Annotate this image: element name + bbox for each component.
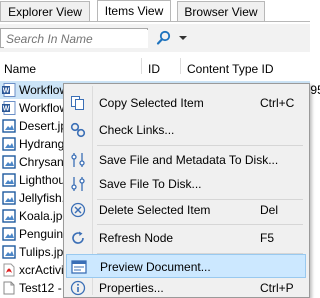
row-name: Jellyfish.j (19, 191, 68, 205)
generic-file-icon (3, 281, 15, 295)
menu-item-label: Save File and Metadata To Disk... (99, 153, 279, 167)
row-name: Koala.jpg (19, 209, 70, 223)
menu-separator (97, 224, 303, 225)
check-links-icon (70, 122, 86, 138)
pdf-file-icon (3, 263, 15, 277)
view-tabs: Explorer View Items View Browser View (0, 0, 310, 22)
menu-item-shortcut: F5 (260, 231, 275, 245)
menu-item-label: Copy Selected Item (99, 96, 204, 110)
menu-separator (97, 145, 303, 146)
menu-item-label: Delete Selected Item (99, 203, 211, 217)
image-file-icon (2, 191, 16, 205)
svg-text:W: W (3, 88, 10, 95)
word-doc-icon: W (2, 101, 16, 115)
menu-item-shortcut: Del (260, 203, 279, 217)
refresh-icon (72, 231, 84, 244)
menu-item-label: Check Links... (99, 123, 175, 137)
svg-text:W: W (3, 106, 10, 113)
menu-item-shortcut: Ctrl+P (260, 281, 294, 295)
magnifier-icon[interactable] (156, 30, 172, 46)
column-divider[interactable] (180, 58, 181, 74)
menu-item-label: Properties... (99, 281, 164, 295)
word-doc-icon: W (2, 83, 16, 97)
context-menu: Copy Selected Item Ctrl+C Check Links...… (63, 83, 310, 298)
image-file-icon (2, 155, 16, 169)
delete-icon (70, 202, 86, 218)
menu-item-properties[interactable]: Properties... Ctrl+P (66, 278, 306, 298)
column-header-name[interactable]: Name (4, 62, 36, 76)
search-box (0, 28, 148, 48)
menu-item-delete-selected-item[interactable]: Delete Selected Item Del (66, 198, 306, 222)
menu-item-label: Save File To Disk... (99, 177, 202, 191)
menu-item-refresh-node[interactable]: Refresh Node F5 (66, 226, 306, 250)
menu-item-preview-document[interactable]: Preview Document... (66, 254, 306, 278)
copy-icon (71, 96, 84, 110)
row-name: Workflow (19, 101, 69, 115)
image-file-icon (2, 227, 16, 241)
row-name: Penguins (19, 227, 70, 241)
menu-item-save-file-to-disk[interactable]: Save File To Disk... (66, 172, 306, 196)
row-name: Chrysant (19, 155, 68, 169)
image-file-icon (2, 209, 16, 223)
tab-items-view[interactable]: Items View (97, 0, 171, 22)
menu-item-check-links[interactable]: Check Links... (66, 118, 306, 142)
menu-item-save-file-and-metadata[interactable]: Save File and Metadata To Disk... (66, 148, 306, 172)
tab-explorer-view[interactable]: Explorer View (0, 1, 90, 21)
save-file-icon (71, 177, 85, 191)
search-input[interactable] (4, 30, 148, 48)
column-header-content-type-id[interactable]: Content Type ID (187, 62, 274, 76)
menu-item-label: Preview Document... (100, 260, 211, 274)
preview-icon (71, 260, 87, 274)
menu-item-shortcut: Ctrl+C (260, 96, 295, 110)
row-name: xcrActivit (19, 263, 67, 277)
image-file-icon (2, 173, 16, 187)
image-file-icon (2, 119, 16, 133)
image-file-icon (2, 137, 16, 151)
tab-divider (0, 21, 310, 22)
column-header-id[interactable]: ID (148, 62, 160, 76)
info-icon (70, 280, 86, 296)
row-name: Test12 - (19, 281, 62, 295)
column-divider[interactable] (141, 58, 142, 74)
grid-header: Name ID Content Type ID (0, 62, 310, 80)
tab-browser-view[interactable]: Browser View (177, 1, 265, 21)
search-toolbar (0, 24, 310, 52)
row-name: Desert.jp (19, 119, 68, 133)
chevron-down-icon[interactable] (178, 30, 188, 46)
menu-item-label: Refresh Node (99, 231, 174, 245)
image-file-icon (2, 245, 16, 259)
save-metadata-icon (71, 153, 85, 167)
menu-item-copy-selected-item[interactable]: Copy Selected Item Ctrl+C (66, 91, 306, 115)
